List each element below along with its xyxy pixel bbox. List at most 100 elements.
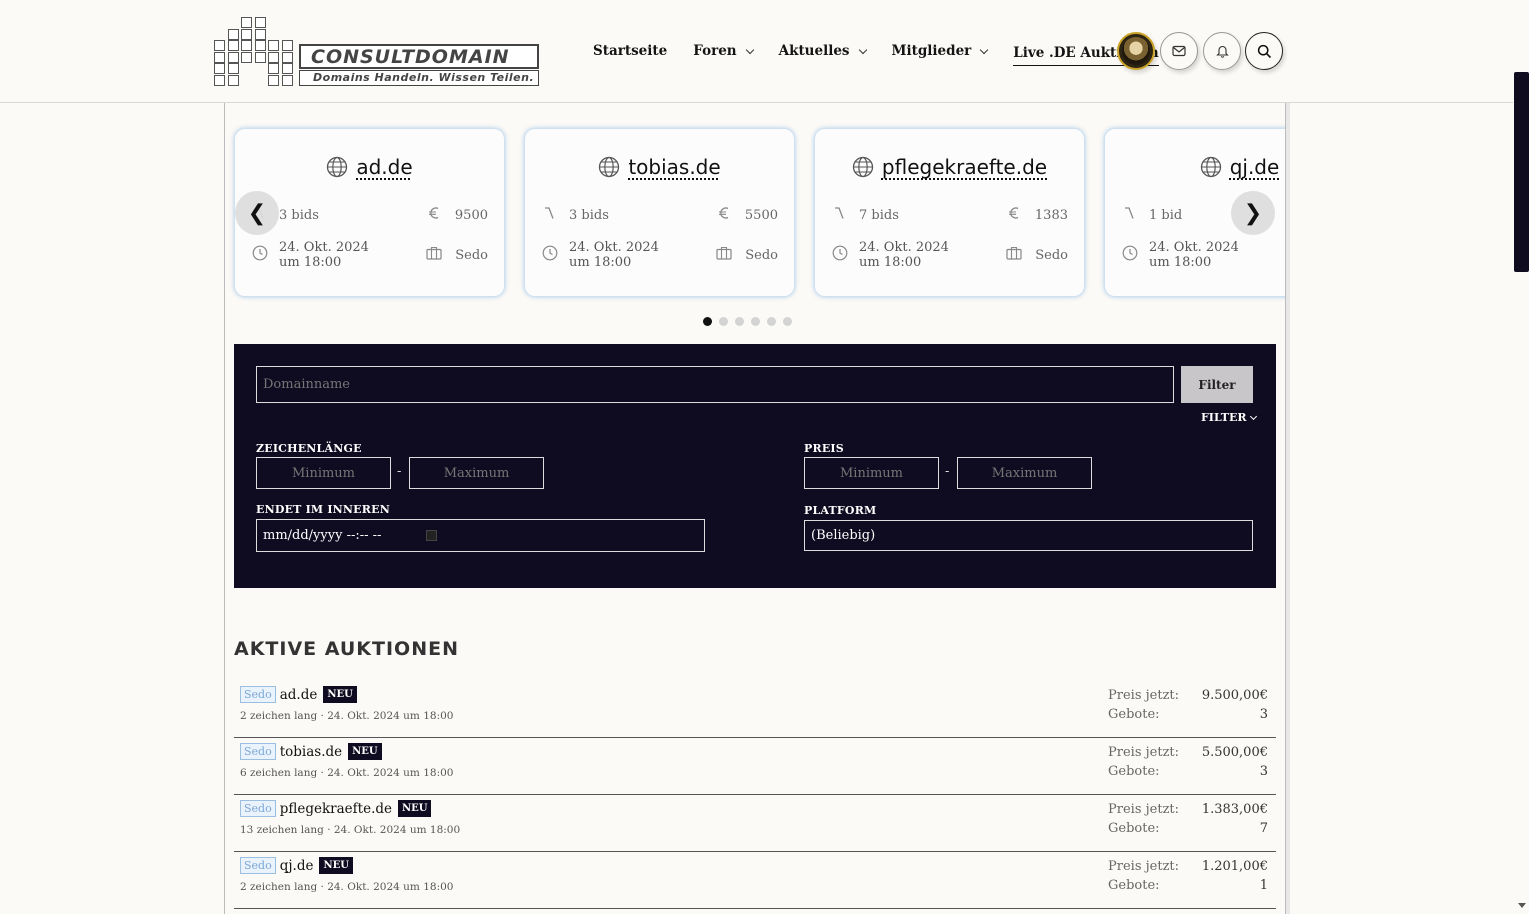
- bids-label: Gebote:: [1108, 878, 1160, 893]
- euro-icon: [428, 207, 439, 219]
- scroll-down-arrow[interactable]: [1518, 903, 1526, 908]
- auction-card[interactable]: pflegekraefte.de 7 bids 1383 24. Okt. 2024 u…: [814, 128, 1085, 297]
- length-label: ZEICHENLÄNGE: [256, 442, 362, 455]
- logo-square: [268, 63, 279, 74]
- nav-startseite[interactable]: Startseite: [593, 40, 667, 62]
- card-bids: 7 bids: [859, 207, 899, 223]
- card-bids-row: 7 bids 1383: [831, 206, 1068, 224]
- price-label: Preis jetzt:: [1108, 688, 1180, 703]
- card-domain-link[interactable]: pflegekraefte.de: [882, 155, 1047, 179]
- price-max-input[interactable]: [957, 457, 1092, 489]
- auction-row[interactable]: Sedo tobias.de NEU 6 zeichen lang · 24. Okt…: [234, 738, 1276, 795]
- gavel-icon: [545, 207, 554, 219]
- filter-toggle[interactable]: FILTER: [1201, 411, 1257, 424]
- range-dash: -: [945, 464, 950, 479]
- auction-domain-link[interactable]: ad.de: [280, 687, 318, 703]
- carousel-prev-button[interactable]: ❮: [235, 191, 279, 235]
- chevron-down-icon[interactable]: [745, 45, 754, 54]
- nav-aktuelles[interactable]: Aktuelles: [779, 40, 867, 62]
- logo-square: [241, 40, 252, 51]
- card-bids: 3 bids: [279, 207, 319, 223]
- inbox-button[interactable]: [1160, 32, 1198, 70]
- logo-square: [227, 74, 239, 86]
- platform-tag[interactable]: Sedo: [240, 686, 276, 703]
- clock-icon: [252, 245, 268, 261]
- nav-mitglieder[interactable]: Mitglieder: [891, 40, 989, 62]
- new-badge: NEU: [398, 800, 432, 817]
- nav-label: Mitglieder: [891, 43, 972, 59]
- auction-row[interactable]: Sedo qj.de NEU 2 zeichen lang · 24. Okt. 20…: [234, 852, 1276, 909]
- platform-tag[interactable]: Sedo: [240, 857, 276, 874]
- auction-domain-link[interactable]: qj.de: [280, 858, 314, 874]
- auction-domain-link[interactable]: pflegekraefte.de: [280, 801, 392, 817]
- auction-domain-link[interactable]: tobias.de: [280, 744, 342, 760]
- carousel-dot[interactable]: [751, 317, 760, 326]
- current-price: 1.201,00€: [1201, 859, 1268, 874]
- carousel-dot[interactable]: [783, 317, 792, 326]
- card-domain-link[interactable]: tobias.de: [628, 155, 720, 179]
- price-min-input[interactable]: [804, 457, 939, 489]
- logo-square: [254, 51, 266, 63]
- card-bids: 3 bids: [569, 207, 609, 223]
- ends-label: ENDET IM INNEREN: [256, 503, 390, 516]
- length-min-input[interactable]: [256, 457, 391, 489]
- domain-search-input[interactable]: [256, 366, 1174, 403]
- alerts-button[interactable]: [1203, 32, 1241, 70]
- content-shadow: [1286, 103, 1290, 914]
- logo-square: [281, 63, 293, 74]
- card-bids-row: 3 bids 5500: [541, 206, 778, 224]
- clock-icon: [1122, 245, 1138, 261]
- filter-button[interactable]: Filter: [1181, 366, 1253, 403]
- card-price: 5500: [744, 207, 778, 223]
- card-domain-link[interactable]: ad.de: [356, 155, 412, 179]
- card-platform: Sedo: [1035, 247, 1068, 263]
- platform-tag[interactable]: Sedo: [240, 800, 276, 817]
- chevron-down-icon[interactable]: [858, 45, 867, 54]
- logo-square: [254, 28, 266, 40]
- nav-label: Startseite: [593, 43, 668, 59]
- auction-row[interactable]: Sedo pflegekraefte.de NEU 13 zeichen lang ·…: [234, 795, 1276, 852]
- bids-label: Gebote:: [1108, 821, 1160, 836]
- price-label: Preis jetzt:: [1108, 859, 1180, 874]
- logo-square: [254, 17, 266, 28]
- auction-stats: Preis jetzt: 9.500,00€ Gebote: 3: [1108, 688, 1268, 726]
- carousel-dot[interactable]: [767, 317, 776, 326]
- carousel-next-button[interactable]: ❯: [1231, 191, 1275, 235]
- carousel-dot[interactable]: [703, 317, 712, 326]
- logo-square: [268, 74, 279, 86]
- logo-square: [268, 40, 279, 51]
- auction-card[interactable]: tobias.de 3 bids 5500 24. Okt. 2024 um 18:00…: [524, 128, 795, 297]
- avatar[interactable]: [1117, 32, 1155, 70]
- logo-square: [227, 40, 239, 51]
- auction-row[interactable]: Sedo ad.de NEU 2 zeichen lang · 24. Okt. 20…: [234, 681, 1276, 738]
- search-button[interactable]: [1245, 32, 1283, 70]
- logo-square: [281, 40, 293, 51]
- logo-square: [268, 51, 279, 63]
- card-title[interactable]: pflegekraefte.de: [815, 155, 1084, 179]
- logo-square: [227, 63, 239, 74]
- platform-select[interactable]: (Beliebig): [804, 520, 1253, 551]
- card-domain-link[interactable]: qj.de: [1230, 155, 1280, 179]
- card-title[interactable]: tobias.de: [525, 155, 794, 179]
- nav-foren[interactable]: Foren: [693, 40, 754, 62]
- carousel-dot[interactable]: [735, 317, 744, 326]
- auction-stats: Preis jetzt: 5.500,00€ Gebote: 3: [1108, 745, 1268, 783]
- platform-label: PLATFORM: [804, 504, 877, 517]
- end-date-input[interactable]: mm/dd/yyyy --:-- --: [256, 519, 705, 552]
- new-badge: NEU: [348, 743, 382, 760]
- card-date: 24. Okt. 2024 um 18:00: [279, 240, 369, 270]
- carousel-dot[interactable]: [719, 317, 728, 326]
- current-price: 1.383,00€: [1201, 802, 1268, 817]
- card-title[interactable]: ad.de: [235, 155, 504, 179]
- chevron-down-icon[interactable]: [980, 45, 989, 54]
- card-title[interactable]: qj.de: [1105, 155, 1285, 179]
- globe-icon: [1200, 156, 1221, 178]
- site-logo[interactable]: CONSULTDOMAIN Domains Handeln. Wissen Te…: [214, 17, 540, 87]
- logo-square: [281, 51, 293, 63]
- calendar-icon[interactable]: [425, 530, 437, 541]
- search-icon: [1257, 44, 1271, 58]
- platform-tag[interactable]: Sedo: [240, 743, 276, 760]
- scrollbar-thumb[interactable]: [1514, 72, 1529, 272]
- card-platform: Sedo: [745, 247, 778, 263]
- length-max-input[interactable]: [409, 457, 544, 489]
